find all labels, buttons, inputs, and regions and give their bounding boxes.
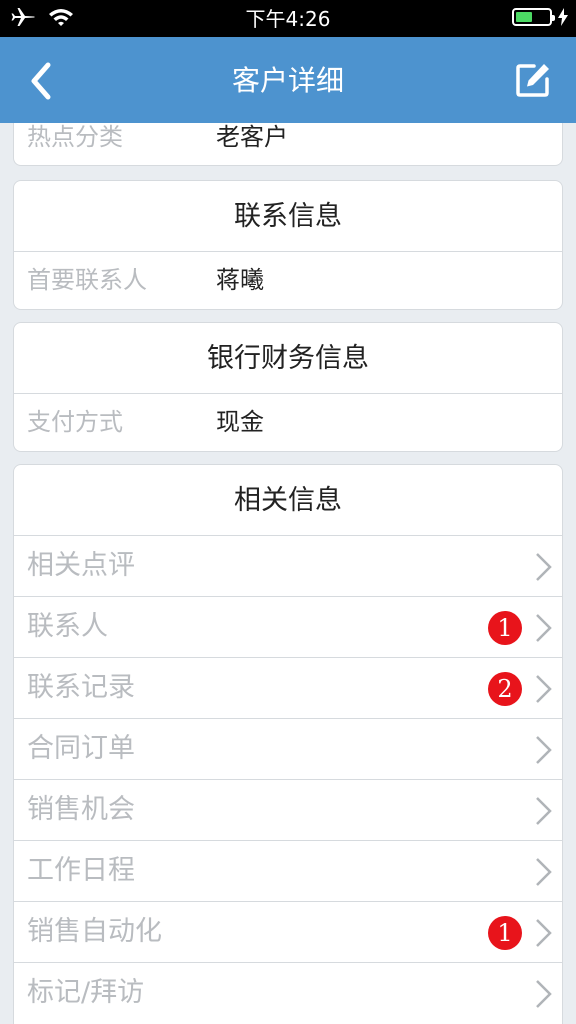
list-item-label: 合同订单	[27, 733, 135, 764]
charging-bolt-icon	[558, 8, 568, 26]
status-time: 下午4:26	[245, 7, 331, 31]
list-item-label: 标记/拜访	[27, 977, 145, 1008]
list-item[interactable]: 销售自动化 1	[14, 902, 562, 963]
count-badge: 1	[488, 611, 522, 645]
count-badge: 1	[488, 916, 522, 950]
count-badge: 2	[488, 672, 522, 706]
hot-category-label: 热点分类	[27, 123, 123, 151]
status-bar: 下午4:26	[0, 0, 576, 37]
chevron-right-icon	[536, 614, 552, 642]
payment-method-value: 现金	[216, 408, 264, 436]
bank-finance-header: 银行财务信息	[14, 323, 562, 394]
hot-category-value: 老客户	[216, 123, 288, 151]
list-item-label: 相关点评	[27, 550, 135, 581]
chevron-right-icon	[536, 919, 552, 947]
payment-method-row: 支付方式 现金	[14, 394, 562, 450]
list-item-label: 销售机会	[27, 794, 135, 825]
battery-icon	[512, 8, 555, 26]
list-item[interactable]: 联系人 1	[14, 597, 562, 658]
list-item[interactable]: 销售机会	[14, 780, 562, 841]
primary-contact-label: 首要联系人	[27, 266, 147, 294]
list-item-label: 联系记录	[27, 672, 135, 703]
chevron-right-icon	[536, 858, 552, 886]
primary-contact-value: 蒋曦	[216, 266, 264, 294]
chevron-right-icon	[536, 736, 552, 764]
list-item[interactable]: 合同订单	[14, 719, 562, 780]
related-info-header: 相关信息	[14, 465, 562, 536]
category-card: 热点分类 老客户	[13, 123, 563, 166]
payment-method-label: 支付方式	[27, 408, 123, 436]
edit-button[interactable]	[514, 61, 552, 99]
related-list: 相关点评 联系人 1 联系记录 2 合同订单 销售机会 工作日程 销售自动化 1…	[14, 536, 562, 1024]
related-info-card: 相关信息 相关点评 联系人 1 联系记录 2 合同订单 销售机会 工作日程 销售…	[13, 464, 563, 1024]
list-item[interactable]: 标记/拜访	[14, 963, 562, 1024]
navigation-bar: 客户详细	[0, 37, 576, 123]
chevron-right-icon	[536, 675, 552, 703]
chevron-right-icon	[536, 797, 552, 825]
list-item[interactable]: 联系记录 2	[14, 658, 562, 719]
list-item[interactable]: 工作日程	[14, 841, 562, 902]
primary-contact-row: 首要联系人 蒋曦	[14, 252, 562, 308]
page-title: 客户详细	[231, 64, 344, 97]
bank-finance-card: 银行财务信息 支付方式 现金	[13, 322, 563, 452]
contact-info-card: 联系信息 首要联系人 蒋曦	[13, 180, 563, 310]
edit-icon	[516, 64, 549, 97]
chevron-right-icon	[536, 980, 552, 1008]
chevron-right-icon	[536, 553, 552, 581]
list-item-label: 销售自动化	[27, 916, 162, 947]
status-right-icons	[512, 8, 568, 26]
list-item-label: 联系人	[27, 611, 108, 642]
hot-category-row: 热点分类 老客户	[14, 123, 562, 165]
detail-content[interactable]: 热点分类 老客户 联系信息 首要联系人 蒋曦 银行财务信息 支付方式 现金 相关…	[0, 123, 576, 1024]
list-item[interactable]: 相关点评	[14, 536, 562, 597]
list-item-label: 工作日程	[27, 855, 135, 886]
contact-info-header: 联系信息	[14, 181, 562, 252]
